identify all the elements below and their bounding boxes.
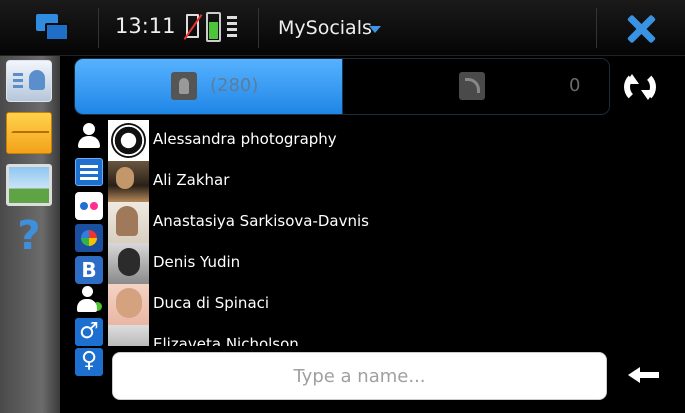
list-item[interactable]: Anastasiya Sarkisova-Davnis: [108, 202, 608, 243]
signal-icon: [227, 14, 239, 42]
rss-icon: [459, 72, 485, 100]
contact-name: Ali Zakhar: [153, 171, 230, 189]
address-book-icon: [171, 72, 197, 100]
tab-bar: (280) 0: [74, 58, 610, 115]
feeds-count: 0: [569, 75, 581, 96]
clock: 13:11: [115, 14, 176, 38]
female-icon[interactable]: ♀: [75, 348, 103, 376]
no-sim-icon: [186, 14, 199, 38]
avatar: [108, 161, 149, 202]
avatar: [108, 284, 149, 325]
tab-feeds[interactable]: 0: [343, 59, 609, 114]
refresh-icon[interactable]: [621, 68, 659, 106]
avatar: [108, 325, 149, 346]
filter-column: B ♂ ♀: [74, 120, 104, 380]
contact-list: Alessandra photography Ali Zakhar Anasta…: [108, 120, 608, 346]
battery-icon: [206, 12, 221, 42]
avatar: [108, 202, 149, 243]
list-item[interactable]: Alessandra photography: [108, 120, 608, 161]
name-search-input[interactable]: [113, 353, 606, 399]
list-item[interactable]: Duca di Spinaci: [108, 284, 608, 325]
contact-name: Alessandra photography: [153, 130, 337, 148]
online-people-icon[interactable]: [75, 286, 103, 314]
search-field-container: [112, 352, 607, 400]
dropdown-arrow-icon[interactable]: [369, 26, 381, 33]
status-bar: 13:11 MySocials: [0, 0, 685, 56]
tab-contacts[interactable]: (280): [75, 59, 343, 114]
vkontakte-icon[interactable]: B: [75, 256, 103, 284]
mail-icon[interactable]: [6, 112, 52, 154]
app-title[interactable]: MySocials: [278, 17, 372, 39]
avatar: [108, 243, 149, 284]
flickr-icon[interactable]: [75, 192, 103, 220]
divider: [258, 8, 259, 48]
contacts-icon[interactable]: [6, 60, 52, 102]
picasa-icon[interactable]: [75, 224, 103, 252]
contact-name: Anastasiya Sarkisova-Davnis: [153, 212, 369, 230]
photos-icon[interactable]: [6, 164, 52, 206]
help-icon[interactable]: ?: [6, 214, 52, 260]
avatar: [108, 120, 149, 161]
contact-name: Denis Yudin: [153, 253, 241, 271]
backspace-icon[interactable]: [628, 364, 660, 386]
divider: [98, 8, 99, 48]
list-icon[interactable]: [75, 158, 103, 186]
contact-name: Elizaveta Nicholson: [153, 335, 299, 346]
close-icon[interactable]: [626, 14, 656, 44]
divider: [596, 8, 597, 48]
list-item[interactable]: Denis Yudin: [108, 243, 608, 284]
male-icon[interactable]: ♂: [75, 318, 103, 346]
task-switcher-icon[interactable]: [36, 14, 70, 44]
sidebar: ?: [0, 56, 60, 413]
list-item[interactable]: Elizaveta Nicholson: [108, 325, 608, 346]
all-people-icon[interactable]: [75, 122, 103, 150]
contact-name: Duca di Spinaci: [153, 294, 270, 312]
list-item[interactable]: Ali Zakhar: [108, 161, 608, 202]
contacts-count: (280): [210, 75, 259, 96]
